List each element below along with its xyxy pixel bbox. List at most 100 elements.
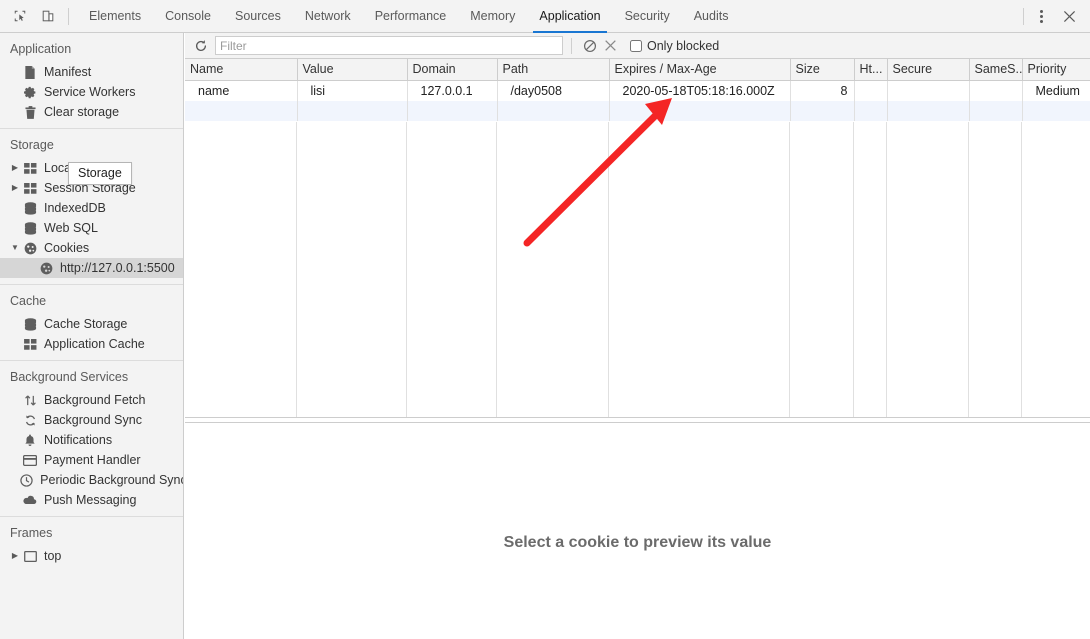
- cell-size[interactable]: 8: [790, 80, 855, 101]
- column-header-domain[interactable]: Domain: [407, 59, 498, 81]
- sidebar-item-label: Notifications: [44, 433, 113, 447]
- sidebar-item-application-cache[interactable]: ▶ Application Cache: [0, 334, 183, 354]
- tab-elements[interactable]: Elements: [77, 0, 153, 33]
- sidebar-item-label: Background Fetch: [44, 393, 146, 407]
- sidebar-item-payment-handler[interactable]: ▶ Payment Handler: [0, 450, 183, 470]
- cell-value[interactable]: lisi: [297, 80, 408, 101]
- cell-empty[interactable]: [297, 101, 408, 121]
- twisty-expanded-icon[interactable]: ▼: [10, 244, 20, 252]
- cell-httponly[interactable]: [854, 80, 888, 101]
- twisty-collapsed-icon[interactable]: ▶: [10, 184, 20, 192]
- column-header-samesite[interactable]: SameS...: [969, 59, 1023, 81]
- cell-empty[interactable]: [609, 101, 791, 121]
- refresh-icon[interactable]: [189, 35, 213, 57]
- sidebar-item-cache-storage[interactable]: ▶ Cache Storage: [0, 314, 183, 334]
- tab-audits[interactable]: Audits: [682, 0, 741, 33]
- database-icon: [22, 316, 38, 332]
- cookies-panel: Only blocked Name Value Dom: [185, 33, 1090, 639]
- cell-secure[interactable]: [887, 80, 970, 101]
- only-blocked-checkbox[interactable]: Only blocked: [630, 39, 719, 53]
- tab-console[interactable]: Console: [153, 0, 223, 33]
- cell-path[interactable]: /day0508: [497, 80, 610, 101]
- sidebar-section-cache: Cache ▶ Cache Storage ▶ Application Cach…: [0, 285, 183, 361]
- clear-all-icon[interactable]: [580, 36, 600, 56]
- cookies-table[interactable]: Name Value Domain Path Expires / Max-Age…: [185, 59, 1090, 121]
- tab-performance[interactable]: Performance: [363, 0, 459, 33]
- panel-tabs: Elements Console Sources Network Perform…: [77, 0, 740, 33]
- cell-empty[interactable]: [497, 101, 610, 121]
- sidebar-item-label: Push Messaging: [44, 493, 137, 507]
- cell-domain[interactable]: 127.0.0.1: [407, 80, 498, 101]
- sidebar-item-background-sync[interactable]: ▶ Background Sync: [0, 410, 183, 430]
- column-header-name[interactable]: Name: [185, 59, 298, 81]
- tab-sources[interactable]: Sources: [223, 0, 293, 33]
- only-blocked-input[interactable]: [630, 39, 642, 52]
- sidebar-section-frames: Frames ▶ top: [0, 517, 183, 566]
- cell-samesite[interactable]: [969, 80, 1023, 101]
- column-header-priority[interactable]: Priority: [1022, 59, 1090, 81]
- database-icon: [22, 220, 38, 236]
- device-toolbar-icon[interactable]: [34, 3, 62, 29]
- column-header-expires[interactable]: Expires / Max-Age: [609, 59, 791, 81]
- twisty-icon: ▶: [10, 88, 20, 96]
- cookie-preview-panel: Select a cookie to preview its value: [185, 422, 1090, 639]
- sidebar-item-web-sql[interactable]: ▶ Web SQL: [0, 218, 183, 238]
- column-header-secure[interactable]: Secure: [887, 59, 970, 81]
- tab-network[interactable]: Network: [293, 0, 363, 33]
- column-header-value[interactable]: Value: [297, 59, 408, 81]
- cell-name[interactable]: name: [185, 80, 298, 101]
- sidebar-item-manifest[interactable]: ▶ Manifest: [0, 62, 183, 82]
- sidebar-item-notifications[interactable]: ▶ Notifications: [0, 430, 183, 450]
- cell-empty[interactable]: [887, 101, 970, 121]
- cell-priority[interactable]: Medium: [1022, 80, 1090, 101]
- database-icon: [22, 200, 38, 216]
- cookies-table-container[interactable]: Name Value Domain Path Expires / Max-Age…: [185, 59, 1090, 417]
- sidebar-item-push-messaging[interactable]: ▶ Push Messaging: [0, 490, 183, 510]
- cell-empty[interactable]: [969, 101, 1023, 121]
- sidebar-item-background-fetch[interactable]: ▶ Background Fetch: [0, 390, 183, 410]
- sidebar-item-top-frame[interactable]: ▶ top: [0, 546, 183, 566]
- search-input[interactable]: [215, 36, 563, 55]
- tab-memory[interactable]: Memory: [458, 0, 527, 33]
- sidebar-section-title: Background Services: [10, 370, 129, 384]
- sidebar-item-indexeddb[interactable]: ▶ IndexedDB: [0, 198, 183, 218]
- cell-empty[interactable]: [854, 101, 888, 121]
- cell-empty[interactable]: [790, 101, 855, 121]
- table-row-new-cookie[interactable]: [185, 101, 1090, 121]
- filterbar-separator: [571, 37, 572, 54]
- twisty-collapsed-icon[interactable]: ▶: [10, 552, 20, 560]
- sidebar-item-label: Payment Handler: [44, 453, 141, 467]
- sidebar-item-cookie-origin[interactable]: http://127.0.0.1:5500: [0, 258, 183, 278]
- tab-label: Elements: [89, 9, 142, 23]
- sidebar-item-label: Periodic Background Sync: [40, 473, 184, 487]
- cell-empty[interactable]: [185, 101, 298, 121]
- tab-application[interactable]: Application: [527, 0, 612, 33]
- sidebar-item-clear-storage[interactable]: ▶ Clear storage: [0, 102, 183, 122]
- cell-expires[interactable]: 2020-05-18T05:18:16.000Z: [609, 80, 791, 101]
- application-sidebar[interactable]: Application ▶ Manifest ▶ Service Workers…: [0, 33, 184, 639]
- cell-empty[interactable]: [1022, 101, 1090, 121]
- twisty-collapsed-icon[interactable]: ▶: [10, 164, 20, 172]
- sidebar-item-cookies[interactable]: ▼ Cookies: [0, 238, 183, 258]
- kebab-menu-icon[interactable]: [1028, 3, 1054, 29]
- sidebar-item-service-workers[interactable]: ▶ Service Workers: [0, 82, 183, 102]
- twisty-icon: ▶: [10, 204, 20, 212]
- column-header-httponly[interactable]: Ht...: [854, 59, 888, 81]
- tab-security[interactable]: Security: [613, 0, 682, 33]
- column-header-size[interactable]: Size: [790, 59, 855, 81]
- sidebar-item-periodic-background-sync[interactable]: ▶ Periodic Background Sync: [0, 470, 183, 490]
- document-icon: [22, 64, 38, 80]
- toolbar-separator: [68, 7, 69, 25]
- tab-label: Network: [304, 9, 351, 23]
- table-row[interactable]: name lisi 127.0.0.1 /day0508 2020-05-18T…: [185, 80, 1090, 101]
- delete-cookie-icon[interactable]: [600, 36, 620, 56]
- inspect-element-icon[interactable]: [6, 3, 34, 29]
- toolbar-separator-right: [1023, 7, 1024, 25]
- devtools-window: Elements Console Sources Network Perform…: [0, 0, 1090, 639]
- cell-empty[interactable]: [407, 101, 498, 121]
- column-header-path[interactable]: Path: [497, 59, 610, 81]
- sidebar-item-label: Web SQL: [44, 221, 98, 235]
- twisty-icon: ▶: [10, 224, 20, 232]
- close-icon[interactable]: [1054, 3, 1084, 29]
- sync-icon: [22, 412, 38, 428]
